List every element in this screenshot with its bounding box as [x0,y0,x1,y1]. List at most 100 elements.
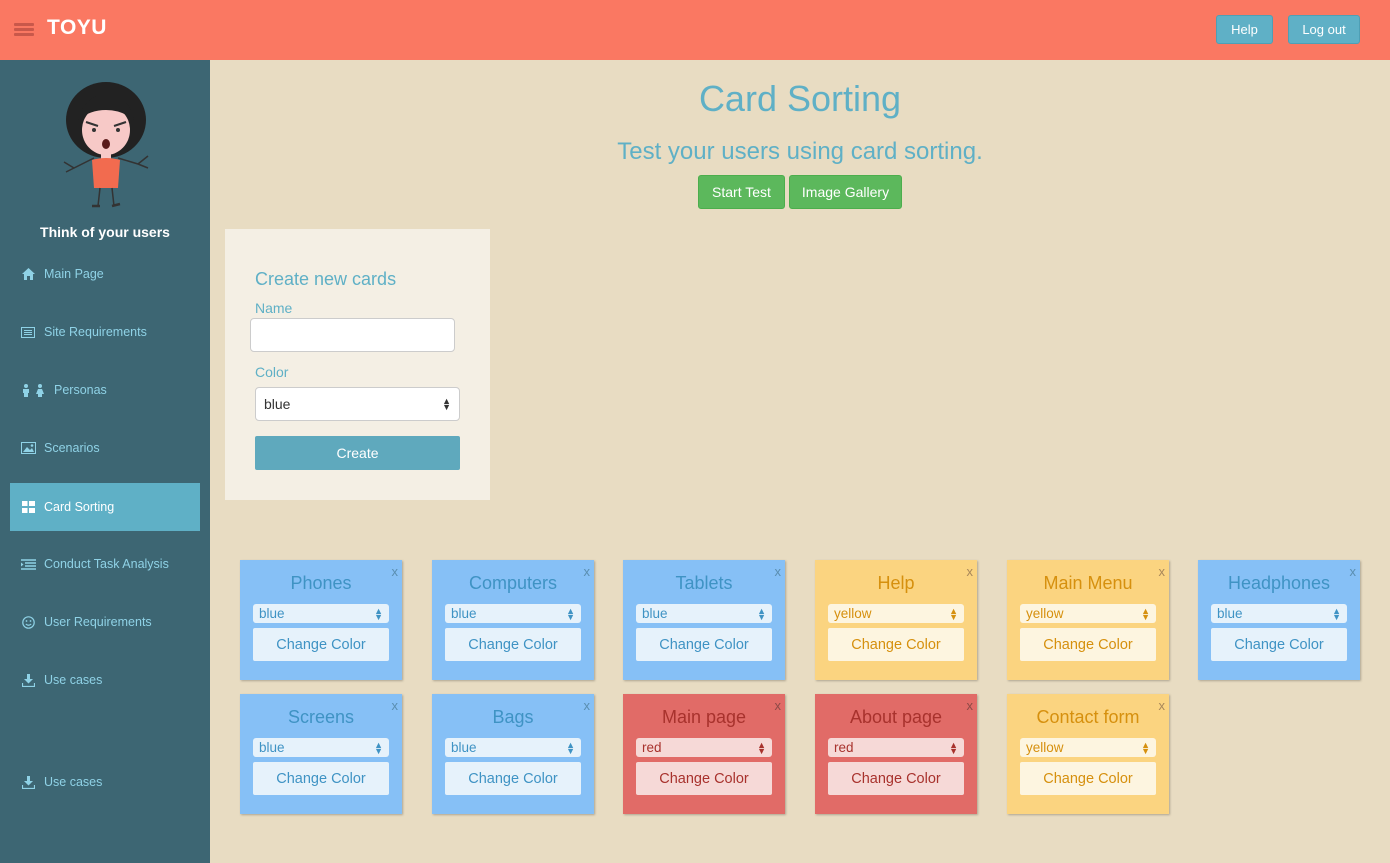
card-color-select[interactable]: blue ▲ ▼ [1211,604,1347,623]
change-color-button[interactable]: Change Color [828,628,964,661]
card-color-select[interactable]: blue ▲ ▼ [445,738,581,757]
card-color-value: red [834,740,854,755]
sidebar-item-personas[interactable]: Personas [10,366,200,414]
card-color-select[interactable]: red ▲ ▼ [828,738,964,757]
card-title: About page [849,707,943,727]
card-color-select[interactable]: yellow ▲ ▼ [828,604,964,623]
create-button[interactable]: Create [255,436,460,470]
sidebar-item-label: Personas [54,383,107,397]
select-arrows-icon: ▲ ▼ [566,739,575,756]
sort-card[interactable]: x Main page red ▲ ▼ Change Color [623,694,785,814]
card-title: Main page [661,707,747,727]
sort-card[interactable]: x Computers blue ▲ ▼ Change Color [432,560,594,680]
sort-card[interactable]: x About page red ▲ ▼ Change Color [815,694,977,814]
card-title: Contact form [1036,707,1140,727]
sidebar-item-label: Use cases [44,775,103,789]
sidebar-item-main-page[interactable]: Main Page [10,250,200,298]
select-arrows-icon: ▲ ▼ [949,739,958,756]
color-select[interactable]: blue ▲ ▼ [255,387,460,421]
card-color-value: yellow [1026,606,1064,621]
start-test-button[interactable]: Start Test [698,175,785,209]
change-color-button[interactable]: Change Color [253,628,389,661]
top-bar: TOYU Help Log out [0,0,1390,60]
sort-card[interactable]: x Headphones blue ▲ ▼ Change Color [1198,560,1360,680]
grid-icon [20,501,36,513]
card-color-value: blue [1217,606,1243,621]
sidebar-item-site-requirements[interactable]: Site Requirements [10,308,200,356]
change-color-button[interactable]: Change Color [1020,762,1156,795]
sort-card[interactable]: x Contact form yellow ▲ ▼ Change Color [1007,694,1169,814]
card-color-value: blue [451,606,477,621]
name-label: Name [255,300,293,316]
card-title: Headphones [1227,573,1331,593]
select-arrows-icon: ▲ ▼ [1141,605,1150,622]
image-gallery-button[interactable]: Image Gallery [789,175,902,209]
card-color-select[interactable]: yellow ▲ ▼ [1020,738,1156,757]
card-color-value: blue [259,740,285,755]
change-color-button[interactable]: Change Color [253,762,389,795]
card-color-select[interactable]: yellow ▲ ▼ [1020,604,1156,623]
sort-card[interactable]: x Phones blue ▲ ▼ Change Color [240,560,402,680]
sidebar-item-scenarios[interactable]: Scenarios [10,424,200,472]
sort-card[interactable]: x Bags blue ▲ ▼ Change Color [432,694,594,814]
sort-card[interactable]: x Main Menu yellow ▲ ▼ Change Color [1007,560,1169,680]
sidebar-item-label: User Requirements [44,615,152,629]
smile-icon [20,615,36,629]
card-color-value: yellow [1026,740,1064,755]
card-color-value: blue [642,606,668,621]
page-subtitle: Test your users using card sorting. [617,138,983,165]
card-color-select[interactable]: blue ▲ ▼ [253,604,389,623]
logout-button[interactable]: Log out [1288,15,1360,44]
card-color-select[interactable]: blue ▲ ▼ [636,604,772,623]
change-color-button[interactable]: Change Color [445,628,581,661]
picture-icon [20,442,36,454]
card-color-select[interactable]: red ▲ ▼ [636,738,772,757]
select-arrows-icon: ▲ ▼ [374,605,383,622]
change-color-button[interactable]: Change Color [636,762,772,795]
task-list-icon [20,558,36,570]
card-title: Bags [492,707,534,727]
sidebar-item-label: Conduct Task Analysis [44,557,169,571]
card-title: Help [877,573,915,593]
color-select-value: blue [264,396,291,412]
brand-logo[interactable]: TOYU [47,16,107,40]
sidebar-item-card-sorting[interactable]: Card Sorting [10,483,200,531]
sidebar: Think of your users Main Page Site Requi… [0,60,210,863]
sidebar-item-use-cases[interactable]: Use cases [10,656,200,704]
select-arrows-icon: ▲ ▼ [949,605,958,622]
change-color-button[interactable]: Change Color [1211,628,1347,661]
select-arrows-icon: ▲ ▼ [374,739,383,756]
card-title: Screens [287,707,355,727]
page-title: Card Sorting [698,78,902,119]
change-color-button[interactable]: Change Color [828,762,964,795]
sidebar-item-conduct-task-analysis[interactable]: Conduct Task Analysis [10,540,200,588]
card-title: Phones [290,573,352,593]
change-color-button[interactable]: Change Color [445,762,581,795]
sort-card[interactable]: x Screens blue ▲ ▼ Change Color [240,694,402,814]
name-input[interactable] [250,318,455,352]
sort-card[interactable]: x Help yellow ▲ ▼ Change Color [815,560,977,680]
card-title: Tablets [675,573,733,593]
change-color-button[interactable]: Change Color [636,628,772,661]
change-color-button[interactable]: Change Color [1020,628,1156,661]
card-color-value: yellow [834,606,872,621]
card-color-value: red [642,740,662,755]
persons-icon [20,383,46,397]
select-arrows-icon: ▲ ▼ [442,396,451,412]
sidebar-item-label: Scenarios [44,441,100,455]
card-color-select[interactable]: blue ▲ ▼ [253,738,389,757]
sidebar-item-label: Site Requirements [44,325,147,339]
download-icon [20,775,36,789]
help-button[interactable]: Help [1216,15,1273,44]
hamburger-menu-icon[interactable] [14,23,34,37]
select-arrows-icon: ▲ ▼ [757,739,766,756]
card-title: Computers [468,573,558,593]
sidebar-item-user-requirements[interactable]: User Requirements [10,598,200,646]
select-arrows-icon: ▲ ▼ [566,605,575,622]
sidebar-item-use-cases-2[interactable]: Use cases [10,758,200,806]
list-icon [20,326,36,338]
card-color-select[interactable]: blue ▲ ▼ [445,604,581,623]
avatar [63,82,149,208]
card-color-value: blue [259,606,285,621]
sort-card[interactable]: x Tablets blue ▲ ▼ Change Color [623,560,785,680]
